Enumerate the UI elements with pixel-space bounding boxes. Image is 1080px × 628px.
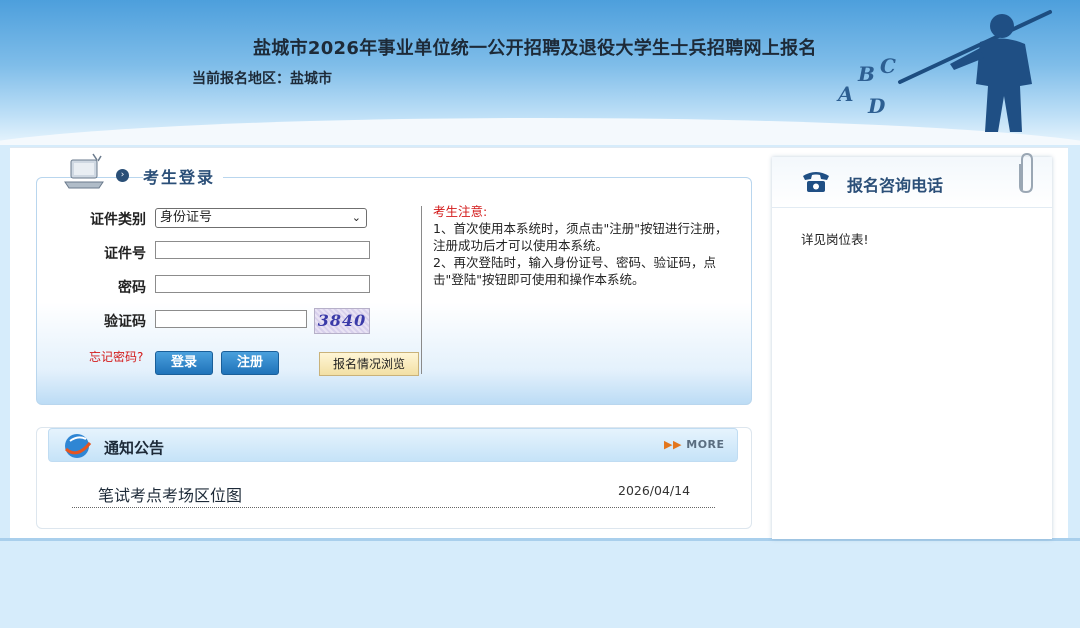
id-type-label: 证件类别 bbox=[90, 212, 146, 228]
captcha-label: 验证码 bbox=[104, 314, 146, 330]
id-type-select[interactable]: 身份证号 ⌄ bbox=[155, 208, 367, 228]
forgot-password-link[interactable]: 忘记密码? bbox=[89, 348, 143, 365]
consult-panel bbox=[772, 157, 1052, 539]
notice-item-1: 1、首次使用本系统时，须点击"注册"按钮进行注册，注册成功后才可以使用本系统。 bbox=[433, 221, 728, 253]
notice-item-2: 2、再次登陆时，输入身份证号、密码、验证码，点击"登陆"按钮即可使用和操作本系统… bbox=[433, 255, 716, 287]
consult-title: 报名咨询电话 bbox=[847, 176, 944, 195]
consult-text: 详见岗位表! bbox=[801, 232, 869, 247]
chevron-down-icon: ⌄ bbox=[351, 211, 361, 224]
notice-title: 考生注意: bbox=[433, 204, 488, 219]
more-link[interactable]: ▶▶ MORE bbox=[664, 438, 725, 451]
login-title: 考生登录 bbox=[143, 164, 224, 188]
announcement-item-date: 2026/04/14 bbox=[618, 483, 691, 498]
laptop-icon bbox=[64, 153, 104, 189]
id-type-value: 身份证号 bbox=[160, 210, 213, 225]
vertical-divider bbox=[421, 206, 422, 374]
phone-icon bbox=[803, 172, 829, 192]
announcement-item-title[interactable]: 笔试考点考场区位图 bbox=[98, 482, 242, 506]
captcha-image[interactable]: 3840 bbox=[314, 308, 370, 334]
announcement-title: 通知公告 bbox=[104, 439, 165, 457]
password-label: 密码 bbox=[118, 280, 146, 296]
announcement-divider bbox=[72, 507, 715, 508]
paperclip-icon bbox=[1019, 152, 1033, 194]
double-arrow-icon: ▶▶ bbox=[664, 438, 687, 451]
captcha-input[interactable] bbox=[155, 310, 307, 328]
more-label: MORE bbox=[686, 438, 725, 451]
site-title: 盐城市2026年事业单位统一公开招聘及退役大学生士兵招聘网上报名 bbox=[253, 38, 817, 59]
notice-panel: 考生注意: 1、首次使用本系统时，须点击"注册"按钮进行注册，注册成功后才可以使… bbox=[433, 203, 733, 288]
register-button[interactable]: 注册 bbox=[221, 351, 279, 375]
browse-registration-button[interactable]: 报名情况浏览 bbox=[319, 352, 419, 376]
id-number-input[interactable] bbox=[155, 241, 370, 259]
id-number-label: 证件号 bbox=[104, 246, 146, 262]
current-region: 当前报名地区：盐城市 bbox=[192, 71, 332, 87]
login-button[interactable]: 登录 bbox=[155, 351, 213, 375]
announcement-icon bbox=[64, 434, 92, 458]
chevron-right-icon: › bbox=[116, 169, 129, 182]
password-input[interactable] bbox=[155, 275, 370, 293]
student-silhouette-icon bbox=[898, 10, 1052, 132]
